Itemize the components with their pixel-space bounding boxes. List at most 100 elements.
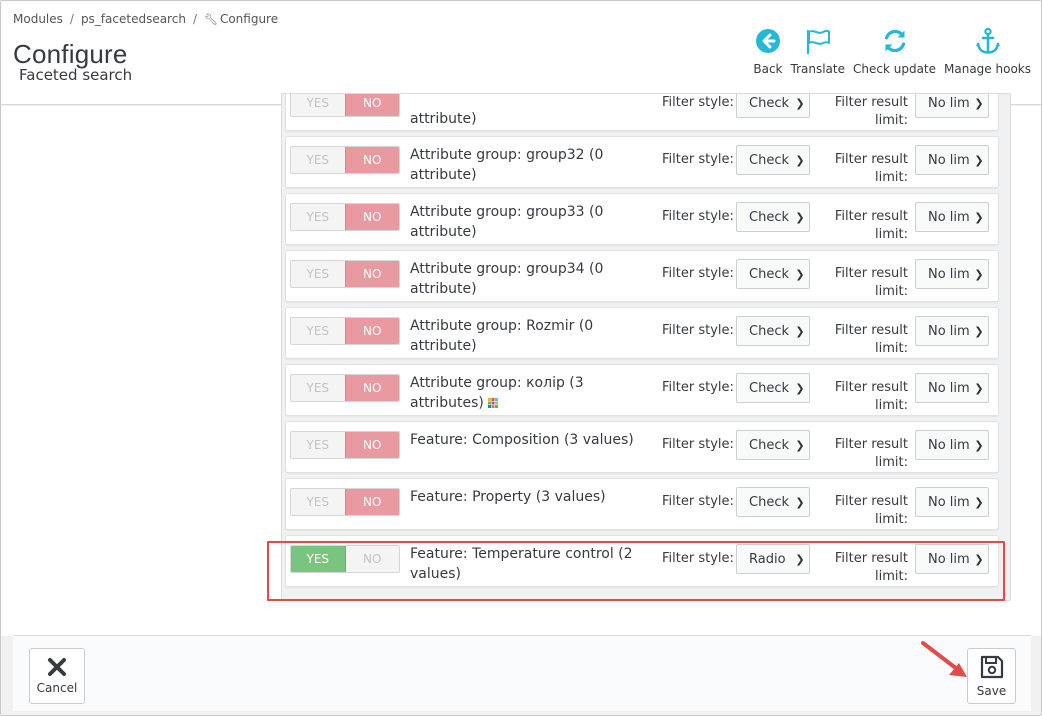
enable-switch[interactable]: YES NO [290,203,400,231]
filter-limit-value: No limit [928,494,970,510]
translate-button[interactable]: Translate [787,27,850,76]
filter-style-select[interactable]: Check ❯ [736,202,810,232]
flag-icon [806,29,830,55]
breadcrumb-separator: / [192,12,197,26]
filter-limit-label: Filter result limit: [834,266,908,299]
filter-limit-value: No limit [928,95,970,111]
filter-style-label: Filter style: [662,209,734,224]
filter-limit-value: No limit [928,209,970,225]
filter-label: Attribute group: group33 (0 attribute) [410,204,604,240]
switch-no[interactable]: NO [344,318,399,344]
filter-style-label: Filter style: [662,551,734,566]
filter-style-value: Check [749,437,789,453]
filter-label: Attribute group: group32 (0 attribute) [410,147,604,183]
chevron-down-icon: ❯ [974,96,984,110]
filter-limit-select[interactable]: No limit ❯ [915,487,989,517]
save-button[interactable]: Save [967,648,1016,704]
filter-style-select[interactable]: Check ❯ [736,145,810,175]
switch-yes[interactable]: YES [291,489,345,515]
switch-yes[interactable]: YES [291,318,345,344]
enable-switch[interactable]: YES NO [290,374,400,402]
manage-hooks-button[interactable]: Manage hooks [940,27,1035,76]
filter-style-select[interactable]: Check ❯ [736,430,810,460]
filter-style-label: Filter style: [662,95,734,110]
switch-no[interactable]: NO [344,261,399,287]
filter-label: Feature: Composition (3 values) [410,432,634,448]
filter-limit-select[interactable]: No limit ❯ [915,202,989,232]
back-button[interactable]: Back [749,27,786,76]
filter-limit-select[interactable]: No limit ❯ [915,544,989,574]
filter-limit-select[interactable]: No limit ❯ [915,259,989,289]
filter-limit-label: Filter result limit: [834,494,908,527]
filter-limit-value: No limit [928,551,970,567]
filter-limit-label: Filter result limit: [834,551,908,584]
filter-limit-value: No limit [928,380,970,396]
check-update-label: Check update [853,62,937,76]
filter-style-select[interactable]: Check ❯ [736,316,810,346]
filter-limit-label: Filter result limit: [834,152,908,185]
breadcrumb-modules[interactable]: Modules [13,12,63,26]
switch-no[interactable]: NO [344,432,399,458]
chevron-down-icon: ❯ [974,324,984,338]
filter-style-value: Check [749,209,789,225]
filter-label: Attribute group: Rozmir (0 attribute) [410,318,594,354]
switch-no[interactable]: NO [345,546,399,572]
chevron-down-icon: ❯ [795,267,805,281]
cancel-button[interactable]: Cancel [29,648,85,704]
chevron-down-icon: ❯ [795,153,805,167]
filter-label-text: attribute) [410,111,477,127]
breadcrumb-separator: / [69,12,74,26]
switch-no[interactable]: NO [344,94,399,116]
check-update-button[interactable]: Check update [849,27,940,76]
chevron-down-icon: ❯ [974,210,984,224]
filter-limit-value: No limit [928,437,970,453]
switch-yes[interactable]: YES [291,147,345,173]
arrow-circle-left-icon [755,29,780,53]
filter-style-select[interactable]: Radio ❯ [736,544,810,574]
toolbar: Back Translate Check update Manage hooks [749,27,1035,76]
filter-style-label: Filter style: [662,437,734,452]
switch-yes[interactable]: YES [291,204,345,230]
switch-yes[interactable]: YES [291,261,345,287]
enable-switch[interactable]: YES NO [290,317,400,345]
switch-yes[interactable]: YES [291,432,345,458]
color-grid-icon [487,398,498,408]
enable-switch[interactable]: YES NO [290,431,400,459]
filter-style-value: Check [749,494,789,510]
filter-label: Attribute group: group34 (0 attribute) [410,261,604,297]
enable-switch[interactable]: YES NO [290,488,400,516]
switch-no[interactable]: NO [344,147,399,173]
switch-no[interactable]: NO [344,375,399,401]
filter-style-select[interactable]: Check ❯ [736,259,810,289]
filter-style-label: Filter style: [662,266,734,281]
filter-limit-select[interactable]: No limit ❯ [915,316,989,346]
filter-limit-select[interactable]: No limit ❯ [915,145,989,175]
floppy-disk-icon [980,655,1003,679]
switch-yes[interactable]: YES [291,375,345,401]
filter-style-select[interactable]: Check ❯ [736,373,810,403]
filter-limit-label: Filter result limit: [834,95,908,128]
panel-footer: Cancel Save [13,635,1031,711]
filter-limit-value: No limit [928,323,970,339]
filter-limit-select[interactable]: No limit ❯ [915,430,989,460]
switch-yes[interactable]: YES [291,546,346,572]
enable-switch[interactable]: YES NO [290,545,400,573]
filter-limit-select[interactable]: No limit ❯ [915,94,989,118]
breadcrumb-ps-facetedsearch[interactable]: ps_facetedsearch [81,12,186,26]
filter-row: YES NO Attribute group: колір (3 attribu… [285,364,999,416]
filter-row: YES NO Attribute group: group34 (0 attri… [285,250,999,302]
filter-style-select[interactable]: Check ❯ [736,487,810,517]
filter-row: YES NO Feature: Temperature control (2 v… [285,535,999,587]
filter-limit-select[interactable]: No limit ❯ [915,373,989,403]
switch-yes[interactable]: YES [291,94,345,116]
filters-list[interactable]: YES NO attribute) Filter style: Check ❯ F… [281,93,1011,601]
chevron-down-icon: ❯ [974,438,984,452]
enable-switch[interactable]: YES NO [290,260,400,288]
filter-style-select[interactable]: Check ❯ [736,94,810,118]
switch-no[interactable]: NO [344,489,399,515]
filter-style-value: Check [749,266,789,282]
enable-switch[interactable]: YES NO [290,94,400,117]
enable-switch[interactable]: YES NO [290,146,400,174]
switch-no[interactable]: NO [344,204,399,230]
chevron-down-icon: ❯ [974,495,984,509]
